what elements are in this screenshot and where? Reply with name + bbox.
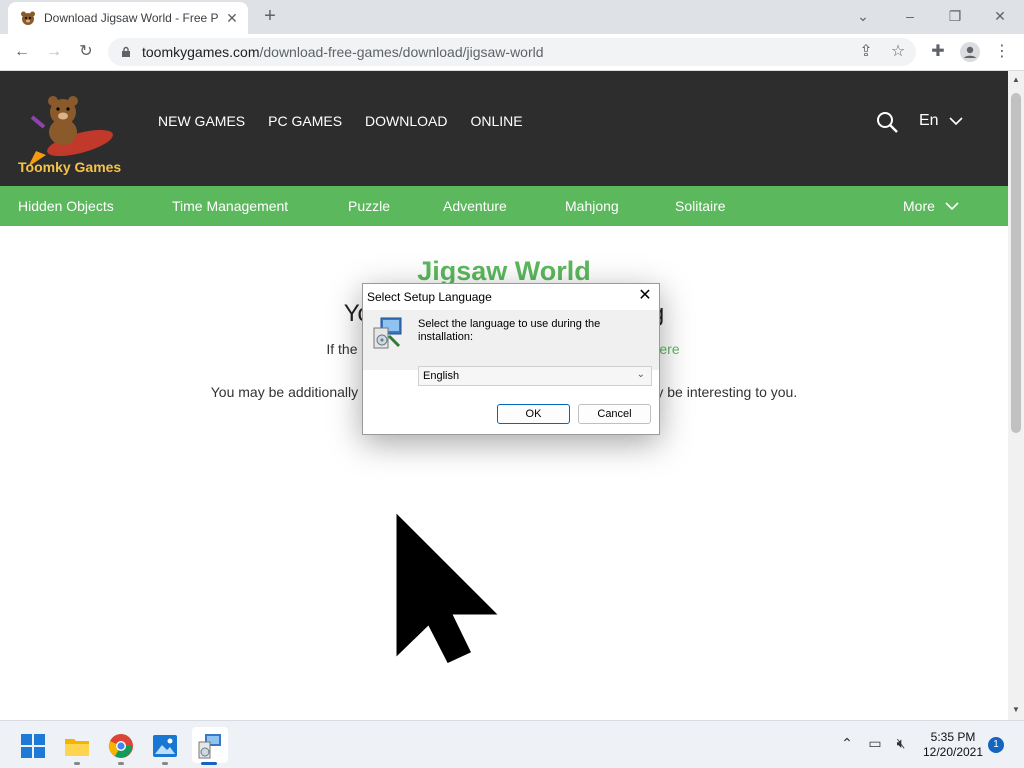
taskbar: ⌃ ▭ 🔇︎ 5:35 PM 12/20/2021 1 [0,720,1024,768]
dialog-close-icon[interactable]: ✕ [635,286,655,306]
active-indicator [201,762,217,765]
cancel-button[interactable]: Cancel [578,404,651,424]
site-header: Toomky Games NEW GAMES PC GAMES DOWNLOAD… [0,71,1008,186]
browser-toolbar: ← → ↻ toomkygames.com/download-free-game… [0,34,1024,71]
running-indicator [74,762,80,765]
setup-installer-icon[interactable] [197,733,223,759]
nav-online[interactable]: ONLINE [470,113,522,129]
category-hidden-objects[interactable]: Hidden Objects [18,198,114,214]
tab-search-icon[interactable]: ⌄ [851,4,875,28]
reload-icon[interactable]: ↻ [74,40,98,64]
tab-close-icon[interactable]: ✕ [224,10,240,26]
bear-favicon-icon [21,11,35,25]
category-bar: Hidden Objects Time Management Puzzle Ad… [0,186,1008,226]
profile-avatar-icon[interactable] [958,40,982,64]
more-label: More [903,198,935,214]
url-text: toomkygames.com/download-free-games/down… [142,44,544,60]
chevron-down-icon: ⌄ [636,369,645,380]
category-adventure[interactable]: Adventure [443,198,507,214]
minimize-icon[interactable]: – [898,4,922,28]
system-clock[interactable]: 5:35 PM 12/20/2021 [918,730,988,760]
nav-pc-games[interactable]: PC GAMES [268,113,342,129]
mouse-cursor-icon [395,510,505,667]
network-icon[interactable]: ▭ [866,735,884,753]
category-time-management[interactable]: Time Management [172,198,288,214]
language-label: En [919,112,939,129]
restore-icon[interactable]: ❐ [943,4,967,28]
file-explorer-icon[interactable] [64,733,90,759]
browser-tab-strip: Download Jigsaw World - Free P ✕ + ⌄ – ❐… [0,0,1024,34]
scroll-down-icon[interactable]: ▼ [1012,705,1020,714]
language-selector[interactable]: En [919,112,963,130]
dialog-title: Select Setup Language [367,290,492,304]
dialog-prompt: Select the language to use during the in… [418,318,601,343]
running-indicator [162,762,168,765]
menu-kebab-icon[interactable]: ⋮ [990,40,1014,64]
installer-icon [373,317,402,349]
share-icon[interactable]: ⇪ [854,40,878,64]
language-dropdown[interactable]: English ⌄ [418,366,652,386]
clock-date: 12/20/2021 [922,745,984,759]
search-icon[interactable] [876,111,898,133]
setup-language-dialog: Select Setup Language ✕ Select the langu… [362,283,660,435]
category-more[interactable]: More [903,198,959,214]
category-solitaire[interactable]: Solitaire [675,198,726,214]
volume-muted-icon[interactable]: 🔇︎ [892,735,910,753]
new-tab-icon[interactable]: + [260,6,280,26]
category-mahjong[interactable]: Mahjong [565,198,619,214]
back-icon[interactable]: ← [10,40,34,64]
nav-download[interactable]: DOWNLOAD [365,113,447,129]
scroll-up-icon[interactable]: ▲ [1012,75,1020,84]
additional-left: You may be additionally as [210,384,377,400]
extensions-icon[interactable]: ✚ [926,40,950,64]
windows-start-icon[interactable] [20,733,46,759]
chrome-icon[interactable] [108,733,134,759]
notification-badge[interactable]: 1 [988,737,1004,753]
brand-name[interactable]: Toomky Games [18,159,121,175]
window-close-icon[interactable]: ✕ [988,4,1012,28]
additional-right: ay be interesting to you. [648,384,798,400]
forward-icon[interactable]: → [42,40,66,64]
nav-new-games[interactable]: NEW GAMES [158,113,245,129]
running-indicator [118,762,124,765]
address-bar[interactable]: toomkygames.com/download-free-games/down… [108,38,916,66]
bookmark-star-icon[interactable]: ☆ [886,40,910,64]
chevron-down-icon [949,117,963,125]
top-navigation: NEW GAMES PC GAMES DOWNLOAD ONLINE [158,113,523,129]
hint-left: If the [326,341,358,357]
photos-icon[interactable] [152,733,178,759]
selected-language: English [423,370,460,382]
clock-time: 5:35 PM [930,730,976,744]
browser-tab[interactable]: Download Jigsaw World - Free P ✕ [8,2,248,34]
tray-overflow-chevron-icon[interactable]: ⌃ [838,735,856,753]
hint-link[interactable]: ere [659,341,679,357]
scrollbar-thumb[interactable] [1011,93,1021,433]
page-scrollbar[interactable]: ▲ ▼ [1008,71,1024,720]
chevron-down-icon [945,202,959,210]
lock-icon [122,46,130,57]
category-puzzle[interactable]: Puzzle [348,198,390,214]
tab-title: Download Jigsaw World - Free P [44,11,219,25]
ok-button[interactable]: OK [497,404,570,424]
